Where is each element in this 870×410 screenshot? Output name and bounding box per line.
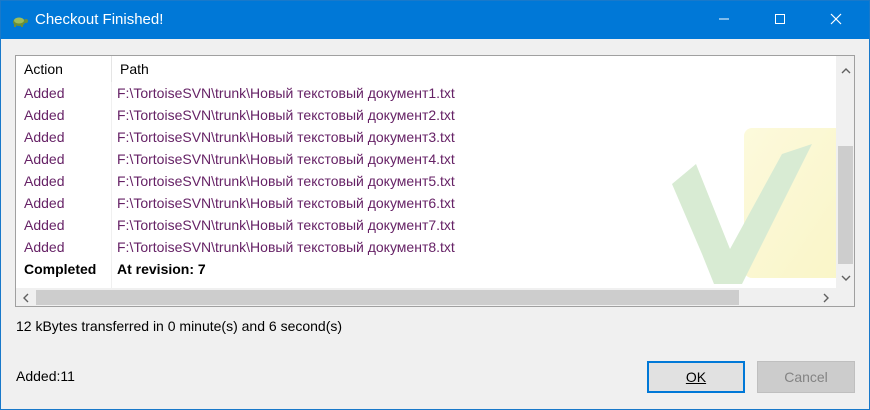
row-path: F:\TortoiseSVN\trunk\Новый текстовый док… [117,239,455,255]
row-action: Completed [24,261,97,277]
column-header-path[interactable]: Path [112,56,672,82]
row-action: Added [24,129,65,145]
row-action: Added [24,173,65,189]
row-action: Added [24,107,65,123]
window-title: Checkout Finished! [35,11,164,28]
row-action: Added [24,85,65,101]
list-row[interactable]: Added F:\TortoiseSVN\trunk\Новый текстов… [16,104,836,126]
row-path: F:\TortoiseSVN\trunk\Новый текстовый док… [117,85,455,101]
added-count: Added:11 [16,368,75,384]
minimize-button[interactable] [701,1,747,39]
list-row[interactable]: Added F:\TortoiseSVN\trunk\Новый текстов… [16,82,836,104]
chevron-down-icon [841,268,851,284]
row-path: F:\TortoiseSVN\trunk\Новый текстовый док… [117,107,455,123]
ok-button[interactable]: OK [647,361,745,393]
row-path: F:\TortoiseSVN\trunk\Новый текстовый док… [117,173,455,189]
column-header-action[interactable]: Action [16,56,112,82]
close-icon [830,12,842,28]
results-list[interactable]: Action Path Added F:\TortoiseSVN\trunk\Н… [15,55,855,307]
horizontal-scrollbar[interactable] [16,288,836,306]
cancel-button-label: Cancel [784,369,828,385]
row-action: Added [24,217,65,233]
horizontal-scroll-thumb[interactable] [36,290,739,305]
scroll-up-button[interactable] [836,59,854,78]
chevron-left-icon [22,290,29,306]
row-path: F:\TortoiseSVN\trunk\Новый текстовый док… [117,217,455,233]
row-action: Added [24,151,65,167]
row-action: Added [24,239,65,255]
maximize-icon [774,12,786,28]
scroll-down-button[interactable] [836,266,854,285]
maximize-button[interactable] [757,1,803,39]
title-bar[interactable]: Checkout Finished! [1,1,869,39]
row-path: At revision: 7 [117,261,206,277]
checkout-dialog: Checkout Finished! Action Path Added F:\… [0,0,870,410]
scroll-left-button[interactable] [16,288,35,306]
list-row[interactable]: Added F:\TortoiseSVN\trunk\Новый текстов… [16,192,836,214]
list-row[interactable]: Added F:\TortoiseSVN\trunk\Новый текстов… [16,214,836,236]
vertical-scroll-thumb[interactable] [838,146,853,264]
close-button[interactable] [813,1,859,39]
cancel-button[interactable]: Cancel [757,361,855,393]
minimize-icon [718,12,730,28]
scrollbar-corner [836,288,854,306]
list-row[interactable]: Added F:\TortoiseSVN\trunk\Новый текстов… [16,126,836,148]
list-rows: Added F:\TortoiseSVN\trunk\Новый текстов… [16,82,836,280]
transfer-summary: 12 kBytes transferred in 0 minute(s) and… [16,318,343,334]
chevron-right-icon [823,290,829,306]
list-header: Action Path [16,56,836,82]
chevron-up-icon [841,61,851,77]
list-row[interactable]: Added F:\TortoiseSVN\trunk\Новый текстов… [16,148,836,170]
list-row-completed[interactable]: Completed At revision: 7 [16,258,836,280]
ok-button-label: OK [685,369,707,385]
row-action: Added [24,195,65,211]
list-row[interactable]: Added F:\TortoiseSVN\trunk\Новый текстов… [16,170,836,192]
row-path: F:\TortoiseSVN\trunk\Новый текстовый док… [117,129,455,145]
row-path: F:\TortoiseSVN\trunk\Новый текстовый док… [117,195,455,211]
row-path: F:\TortoiseSVN\trunk\Новый текстовый док… [117,151,455,167]
scroll-right-button[interactable] [816,288,835,306]
tortoise-icon [11,11,29,29]
list-row[interactable]: Added F:\TortoiseSVN\trunk\Новый текстов… [16,236,836,258]
vertical-scrollbar[interactable] [836,56,854,288]
